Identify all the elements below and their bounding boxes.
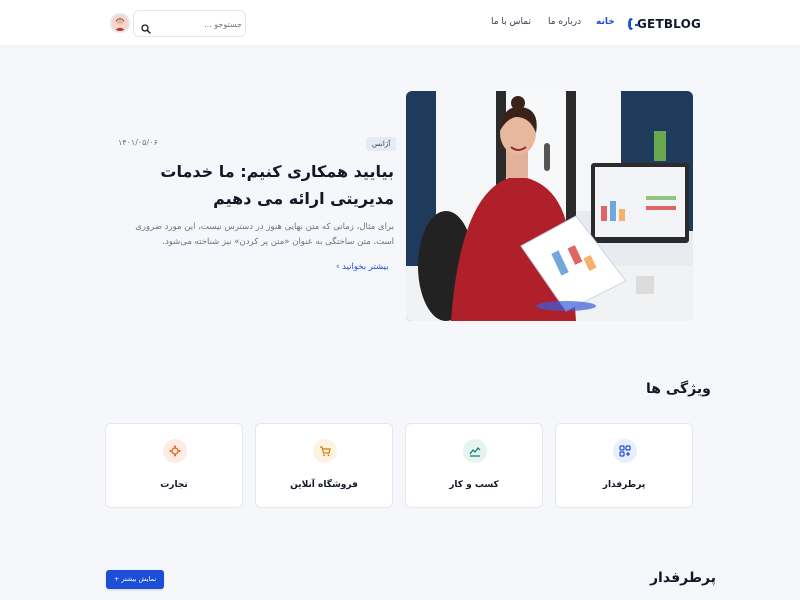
feature-card-popular[interactable]: پرطرفدار: [555, 423, 693, 508]
category-tag[interactable]: آژانس: [366, 137, 397, 151]
feature-label: کسب و کار: [449, 480, 499, 490]
hero-description: برای مثال، زمانی که متن نهایی هنوز در دس…: [135, 222, 394, 247]
search-box: [133, 10, 246, 37]
feature-card-commerce[interactable]: تجارت: [105, 423, 243, 508]
grid-apps-icon: [613, 439, 637, 463]
hero-image: [406, 91, 693, 321]
nav-home[interactable]: خانه: [596, 17, 615, 31]
feature-card-online-store[interactable]: فروشگاه آنلاین: [255, 423, 393, 508]
nav-about[interactable]: درباره ما: [548, 17, 581, 31]
popular-heading: پرطرفدار: [650, 570, 716, 586]
feature-label: پرطرفدار: [602, 480, 646, 490]
search-input[interactable]: [156, 16, 242, 32]
user-avatar[interactable]: [110, 13, 130, 33]
logo[interactable]: GETBLOG: [628, 15, 702, 33]
features-heading: ویژگی ها: [646, 381, 711, 397]
show-more-button[interactable]: نمایش بیشتر +: [106, 570, 164, 589]
search-icon[interactable]: [141, 19, 151, 34]
feature-card-business[interactable]: کسب و کار: [405, 423, 543, 508]
network-icon: [163, 439, 187, 463]
post-date: ۱۴۰۱/۰۵/۰۶: [118, 138, 158, 147]
logo-text: GETBLOG: [637, 17, 702, 31]
cart-icon: [313, 439, 337, 463]
nav-contact[interactable]: تماس با ما: [491, 17, 531, 31]
logo-g-icon: [628, 18, 639, 30]
chart-line-icon: [463, 439, 487, 463]
feature-label: فروشگاه آنلاین: [290, 480, 358, 490]
top-header: GETBLOG خانه درباره ما تماس با ما: [0, 0, 800, 46]
feature-label: تجارت: [160, 480, 188, 490]
hero-title[interactable]: بیایید همکاری کنیم: ما خدمات مدیریتی ارا…: [118, 158, 394, 212]
read-more-link[interactable]: بیشتر بخوانید ›: [336, 262, 389, 272]
